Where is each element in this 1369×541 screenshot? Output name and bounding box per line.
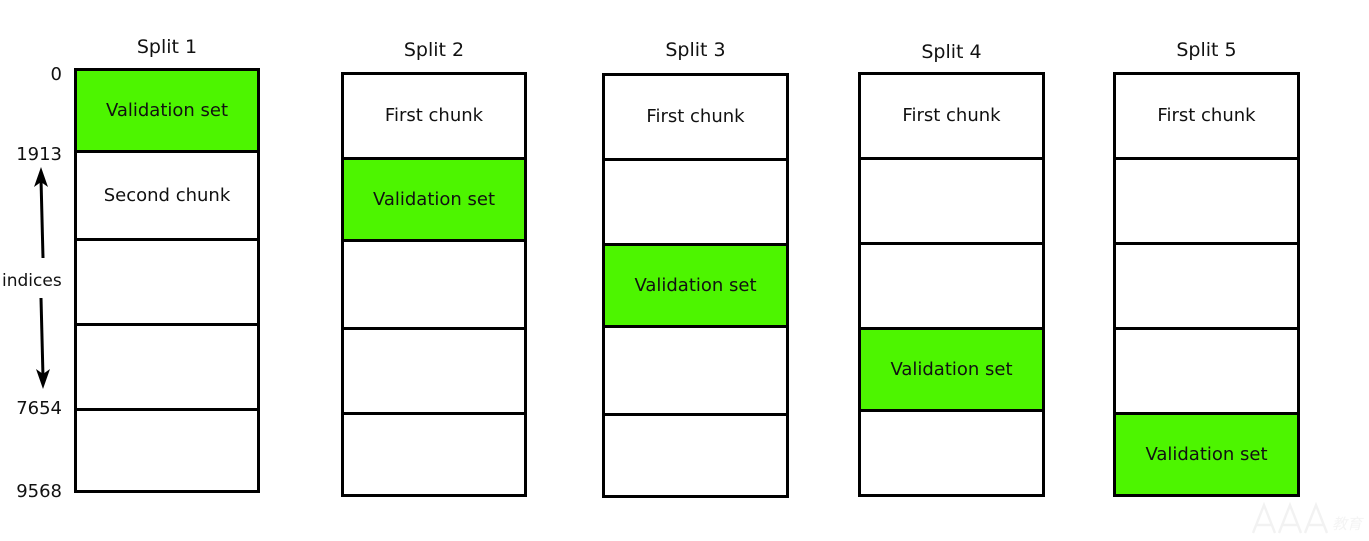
cross-validation-diagram: indices 0 1913 7654 9568 Split 1 Validation … xyxy=(0,0,1369,541)
chunk-label: Second chunk xyxy=(103,184,231,206)
split-title-2: Split 2 xyxy=(403,39,465,61)
split-column-3: Split 3 First chunk Validation set xyxy=(602,0,789,541)
chunk-split-5-row-2[interactable] xyxy=(1113,157,1300,242)
chunk-split-2-row-3[interactable] xyxy=(341,242,527,327)
axis-arrow-up xyxy=(34,167,48,259)
chunk-split-1-row-3[interactable] xyxy=(74,238,260,323)
split-column-2: Split 2 First chunk Validation set xyxy=(341,0,527,541)
chunk-label: Validation set xyxy=(105,99,229,121)
split-column-5: Split 5 First chunk Validation set xyxy=(1113,0,1300,541)
chunk-stack-2: First chunk Validation set xyxy=(341,72,527,497)
chunk-split-3-row-2[interactable] xyxy=(602,158,789,243)
index-axis-label: indices xyxy=(2,271,62,291)
chunk-split-4-row-1[interactable]: First chunk xyxy=(858,72,1045,157)
validation-chunk-split-5[interactable]: Validation set xyxy=(1113,412,1300,497)
chunk-split-2-row-4[interactable] xyxy=(341,327,527,412)
validation-chunk-split-2[interactable]: Validation set xyxy=(341,157,527,242)
chunk-label: Validation set xyxy=(1145,443,1268,465)
split-title-1: Split 1 xyxy=(136,36,198,58)
chunk-split-4-row-2[interactable] xyxy=(858,157,1045,242)
chunk-stack-5: First chunk Validation set xyxy=(1113,72,1300,497)
chunk-split-1-row-4[interactable] xyxy=(74,323,260,408)
chunk-label: First chunk xyxy=(384,105,484,126)
split-column-4: Split 4 First chunk Validation set xyxy=(858,0,1045,541)
index-tick-0: 0 xyxy=(50,64,62,85)
chunk-split-5-row-3[interactable] xyxy=(1113,242,1300,327)
chunk-split-5-row-4[interactable] xyxy=(1113,327,1300,412)
chunk-split-4-row-5[interactable] xyxy=(858,412,1045,497)
chunk-split-3-row-1[interactable]: First chunk xyxy=(602,73,789,158)
chunk-label: First chunk xyxy=(646,106,745,127)
chunk-label: First chunk xyxy=(902,105,1001,126)
validation-chunk-split-1[interactable]: Validation set xyxy=(74,68,260,153)
chunk-split-1-row-2[interactable]: Second chunk xyxy=(74,153,260,238)
validation-chunk-split-3[interactable]: Validation set xyxy=(602,243,789,328)
chunk-split-2-row-5[interactable] xyxy=(341,412,527,497)
index-axis: indices 0 1913 7654 9568 xyxy=(0,0,74,541)
chunk-label: Validation set xyxy=(372,188,496,210)
chunk-split-1-row-5[interactable] xyxy=(74,408,260,493)
chunk-split-2-row-1[interactable]: First chunk xyxy=(341,72,527,157)
axis-arrow-down xyxy=(36,297,50,389)
split-title-4: Split 4 xyxy=(921,41,982,63)
chunk-stack-4: First chunk Validation set xyxy=(858,72,1045,497)
index-tick-7654: 7654 xyxy=(16,398,62,419)
split-title-3: Split 3 xyxy=(665,39,726,61)
svg-text:教育: 教育 xyxy=(1332,515,1364,533)
chunk-split-4-row-3[interactable] xyxy=(858,242,1045,327)
validation-chunk-split-4[interactable]: Validation set xyxy=(858,327,1045,412)
chunk-label: Validation set xyxy=(890,358,1013,380)
index-tick-9568: 9568 xyxy=(16,481,62,502)
chunk-stack-3: First chunk Validation set xyxy=(602,73,789,498)
chunk-label: Validation set xyxy=(634,274,757,296)
chunk-stack-1: Validation set Second chunk xyxy=(74,68,260,493)
index-tick-1913: 1913 xyxy=(16,144,62,165)
chunk-label: First chunk xyxy=(1157,105,1256,126)
chunk-split-3-row-4[interactable] xyxy=(602,328,789,413)
split-column-1: Split 1 Validation set Second chunk xyxy=(74,0,260,541)
chunk-split-5-row-1[interactable]: First chunk xyxy=(1113,72,1300,157)
chunk-split-3-row-5[interactable] xyxy=(602,413,789,498)
split-title-5: Split 5 xyxy=(1176,39,1237,61)
